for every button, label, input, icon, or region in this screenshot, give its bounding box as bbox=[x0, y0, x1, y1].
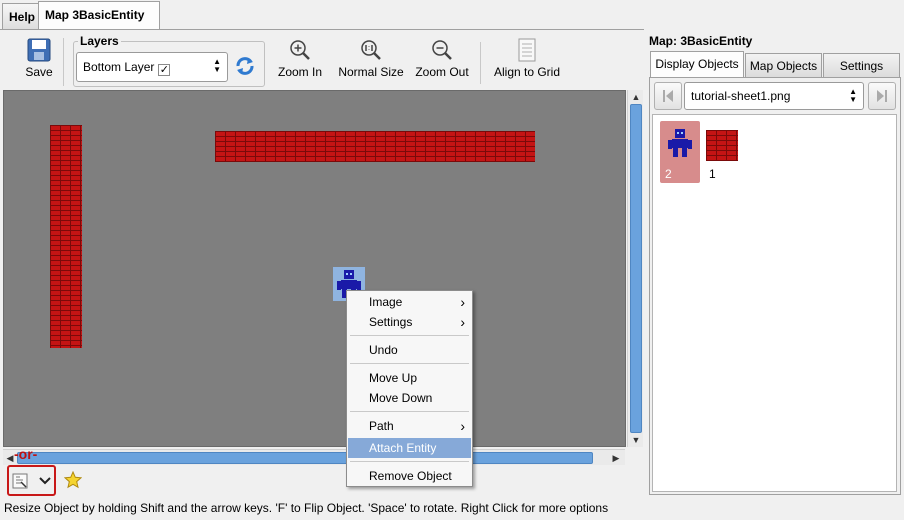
context-menu: Image › Settings › Undo Move Up Move Dow… bbox=[346, 290, 473, 487]
object-list: 2 1 bbox=[652, 114, 897, 492]
object-tool-icon bbox=[12, 473, 28, 489]
menu-item-move-up[interactable]: Move Up bbox=[348, 368, 471, 388]
or-annotation: -or- bbox=[14, 446, 38, 462]
layer-select[interactable]: Bottom Layer ✓ ▲ ▼ bbox=[76, 52, 228, 82]
zoom-out-button[interactable]: Zoom Out bbox=[412, 38, 472, 79]
tab-help[interactable]: Help bbox=[2, 3, 43, 29]
chevron-right-icon: › bbox=[460, 314, 465, 330]
spin-arrows-icon: ▲ ▼ bbox=[849, 87, 857, 104]
scroll-down-icon[interactable]: ▼ bbox=[629, 433, 643, 447]
align-grid-icon bbox=[518, 38, 536, 62]
vertical-scrollbar[interactable]: ▲ ▼ bbox=[627, 90, 643, 447]
menu-item-label: Move Up bbox=[369, 371, 418, 385]
tab-map[interactable]: Map 3BasicEntity bbox=[38, 1, 160, 47]
scroll-right-icon[interactable]: ▶ bbox=[609, 451, 623, 465]
save-icon bbox=[27, 38, 51, 62]
align-grid-label: Align to Grid bbox=[493, 65, 561, 79]
layers-title: Layers bbox=[78, 34, 121, 48]
tab-label: Settings bbox=[839, 59, 884, 73]
object-label: 1 bbox=[709, 167, 716, 181]
tab-label: Map Objects bbox=[749, 59, 818, 73]
save-label: Save bbox=[25, 65, 53, 79]
toolbar: Save Layers Bottom Layer ✓ ▲ ▼ Zoom In Nor… bbox=[0, 29, 644, 89]
zoom-out-label: Zoom Out bbox=[415, 65, 469, 79]
star-icon[interactable] bbox=[64, 471, 82, 489]
menu-separator bbox=[350, 363, 469, 364]
menu-item-label: Attach Entity bbox=[369, 441, 437, 455]
menu-item-image[interactable]: Image › bbox=[348, 292, 471, 312]
skip-forward-icon bbox=[877, 90, 887, 102]
tab-map-objects[interactable]: Map Objects bbox=[745, 53, 822, 77]
skip-back-icon bbox=[663, 90, 673, 102]
normal-size-icon bbox=[361, 40, 381, 60]
menu-separator bbox=[350, 335, 469, 336]
chevron-right-icon: › bbox=[460, 418, 465, 434]
previous-sheet-button[interactable] bbox=[654, 82, 682, 110]
object-tile-brick[interactable]: 1 bbox=[704, 121, 744, 183]
map-canvas[interactable] bbox=[3, 90, 626, 447]
character-sprite-icon bbox=[668, 129, 692, 157]
tab-display-objects[interactable]: Display Objects bbox=[650, 51, 744, 78]
next-sheet-button[interactable] bbox=[868, 82, 896, 110]
horizontal-scroll-thumb[interactable] bbox=[17, 452, 593, 464]
menu-separator bbox=[350, 411, 469, 412]
horizontal-scrollbar[interactable]: ◀ ▶ bbox=[3, 449, 625, 465]
menu-item-attach-entity[interactable]: Attach Entity bbox=[348, 438, 471, 458]
layer-select-value: Bottom Layer bbox=[83, 60, 155, 74]
menu-item-label: Undo bbox=[369, 343, 398, 357]
status-bar: Resize Object by holding Shift and the a… bbox=[4, 501, 609, 515]
layers-group: Layers Bottom Layer ✓ ▲ ▼ bbox=[73, 34, 265, 87]
spin-arrows-icon: ▲ ▼ bbox=[213, 57, 221, 74]
menu-item-remove-object[interactable]: Remove Object bbox=[348, 466, 471, 486]
brick-wall-vertical[interactable] bbox=[50, 125, 82, 348]
brick-wall-horizontal[interactable] bbox=[215, 131, 535, 162]
refresh-icon[interactable] bbox=[234, 55, 256, 77]
chevron-down-icon bbox=[39, 477, 51, 485]
zoom-out-icon bbox=[432, 40, 452, 60]
normal-size-button[interactable]: Normal Size bbox=[336, 38, 406, 79]
vertical-scroll-thumb[interactable] bbox=[630, 104, 642, 433]
zoom-in-icon bbox=[290, 40, 310, 60]
object-label: 2 bbox=[665, 167, 672, 181]
menu-item-path[interactable]: Path › bbox=[348, 416, 471, 436]
menu-separator bbox=[350, 461, 469, 462]
save-button[interactable]: Save bbox=[22, 38, 56, 79]
tab-label: Display Objects bbox=[655, 57, 739, 71]
align-grid-button[interactable]: Align to Grid bbox=[490, 38, 564, 79]
panel-title: Map: 3BasicEntity bbox=[649, 34, 753, 48]
menu-item-settings[interactable]: Settings › bbox=[348, 312, 471, 332]
sheet-select[interactable]: tutorial-sheet1.png ▲ ▼ bbox=[684, 82, 864, 110]
chevron-right-icon: › bbox=[460, 294, 465, 310]
normal-size-label: Normal Size bbox=[338, 65, 404, 79]
menu-item-label: Remove Object bbox=[369, 469, 452, 483]
sheet-select-value: tutorial-sheet1.png bbox=[691, 89, 791, 103]
object-tile-character[interactable]: 2 bbox=[660, 121, 700, 183]
menu-item-label: Move Down bbox=[369, 391, 433, 405]
tab-help-label: Help bbox=[9, 10, 36, 24]
check-icon: ✓ bbox=[158, 64, 171, 76]
object-mode-dropdown[interactable] bbox=[11, 469, 53, 493]
scroll-up-icon[interactable]: ▲ bbox=[629, 90, 643, 104]
zoom-in-label: Zoom In bbox=[277, 65, 322, 79]
menu-item-label: Image bbox=[369, 295, 403, 309]
menu-item-label: Path bbox=[369, 419, 394, 433]
tab-map-label: Map 3BasicEntity bbox=[45, 8, 145, 22]
tab-settings[interactable]: Settings bbox=[823, 53, 900, 77]
menu-item-label: Settings bbox=[369, 315, 413, 329]
zoom-in-button[interactable]: Zoom In bbox=[274, 38, 326, 79]
menu-item-move-down[interactable]: Move Down bbox=[348, 388, 471, 408]
menu-item-undo[interactable]: Undo bbox=[348, 340, 471, 360]
brick-tile-icon bbox=[706, 130, 738, 161]
